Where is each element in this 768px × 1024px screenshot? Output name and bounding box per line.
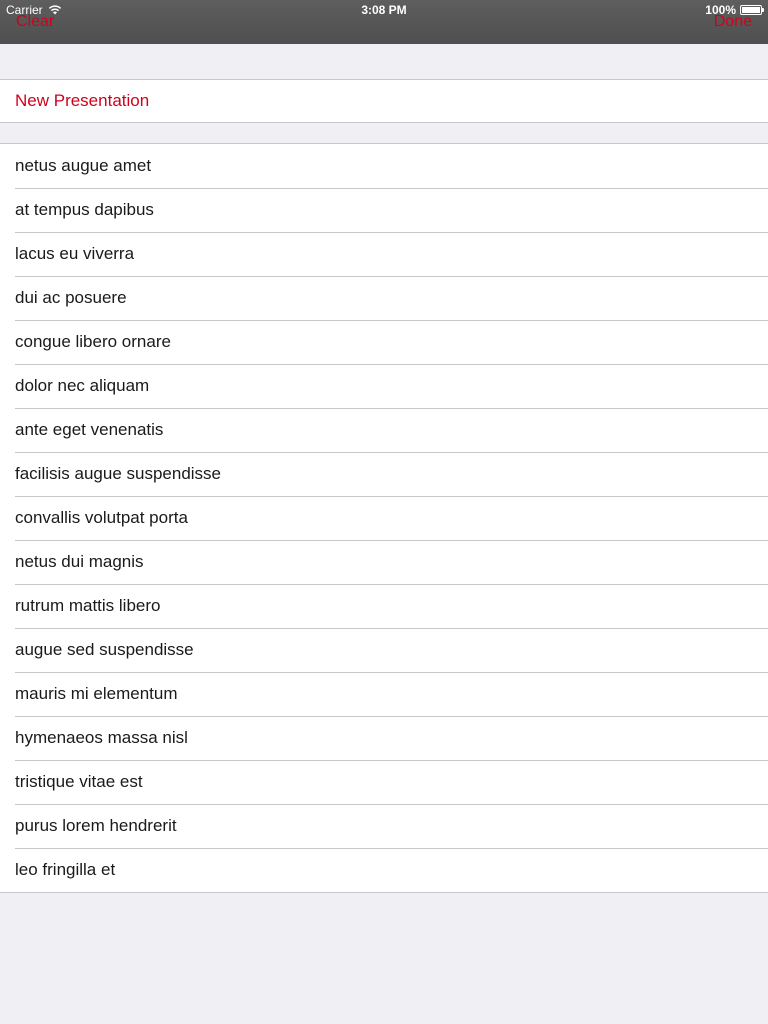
list-item[interactable]: tristique vitae est xyxy=(0,760,768,804)
list-item[interactable]: facilisis augue suspendisse xyxy=(0,452,768,496)
list-item[interactable]: purus lorem hendrerit xyxy=(0,804,768,848)
new-presentation-section: New Presentation xyxy=(0,79,768,123)
list-item[interactable]: lacus eu viverra xyxy=(0,232,768,276)
done-button[interactable]: Done xyxy=(714,13,752,31)
list-item[interactable]: mauris mi elementum xyxy=(0,672,768,716)
list-item[interactable]: dolor nec aliquam xyxy=(0,364,768,408)
clear-button[interactable]: Clear xyxy=(16,13,54,31)
list-item[interactable]: rutrum mattis libero xyxy=(0,584,768,628)
list-item[interactable]: dui ac posuere xyxy=(0,276,768,320)
list-item[interactable]: netus dui magnis xyxy=(0,540,768,584)
list-item[interactable]: leo fringilla et xyxy=(0,848,768,892)
top-bar: Carrier 3:08 PM 100% Clear Done xyxy=(0,0,768,44)
list-item[interactable]: convallis volutpat porta xyxy=(0,496,768,540)
list-item[interactable]: hymenaeos massa nisl xyxy=(0,716,768,760)
list-item[interactable]: at tempus dapibus xyxy=(0,188,768,232)
list-item[interactable]: ante eget venenatis xyxy=(0,408,768,452)
list-item[interactable]: augue sed suspendisse xyxy=(0,628,768,672)
list-item[interactable]: congue libero ornare xyxy=(0,320,768,364)
presentation-list: netus augue amet at tempus dapibus lacus… xyxy=(0,143,768,893)
new-presentation-button[interactable]: New Presentation xyxy=(0,80,768,122)
status-time: 3:08 PM xyxy=(361,3,407,17)
list-item[interactable]: netus augue amet xyxy=(0,144,768,188)
